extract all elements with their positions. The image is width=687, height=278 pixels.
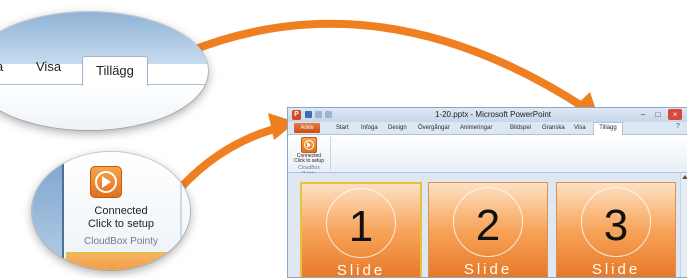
- tab-infoga[interactable]: Infoga: [361, 123, 378, 133]
- ribbon-setup-label[interactable]: Click to setup: [291, 158, 327, 164]
- zoom-cloudbox-button: Connected Click to setup CloudBox Pointy: [32, 152, 190, 270]
- slide-thumbnail[interactable]: 3 Slide: [556, 182, 676, 278]
- title-bar: P 1-20.pptx - Microsoft PowerPoint – □ ×: [288, 108, 687, 122]
- help-icon[interactable]: ?: [676, 123, 680, 130]
- tab-visa[interactable]: Visa: [574, 123, 586, 133]
- maximize-button[interactable]: □: [651, 109, 665, 120]
- zoom-left-frame: [32, 152, 64, 270]
- zoom-group-label: CloudBox Pointy: [84, 236, 158, 247]
- ribbon-panel: Connected Click to setup CloudBox Pointy: [288, 135, 687, 177]
- slide-number: 1: [348, 202, 374, 251]
- zoom-group-separator: [180, 152, 182, 270]
- slide-thumbnail[interactable]: 2 Slide: [428, 182, 548, 278]
- tab-granska[interactable]: Granska: [542, 123, 565, 133]
- scroll-up-icon[interactable]: [682, 175, 687, 179]
- arrow-top: [184, 19, 589, 112]
- zoom-ribbon-area: [0, 84, 208, 130]
- close-button[interactable]: ×: [668, 109, 682, 120]
- slide-caption: Slide: [463, 261, 513, 278]
- cloudbox-button-icon[interactable]: [301, 137, 317, 153]
- slide-caption: Slide: [591, 261, 641, 278]
- window-title: 1-20.pptx - Microsoft PowerPoint: [434, 110, 552, 119]
- zoom-slide-peek: [66, 252, 178, 270]
- tab-design[interactable]: Design: [388, 123, 407, 133]
- minimize-button[interactable]: –: [636, 109, 650, 120]
- tab-start[interactable]: Start: [336, 123, 349, 133]
- slide-sorter: 1 Slide 2 Slide 3 Slide: [288, 173, 687, 277]
- undo-icon[interactable]: [315, 111, 322, 118]
- slide-number: 3: [603, 201, 629, 250]
- slide-thumbnail[interactable]: 1 Slide: [300, 182, 422, 277]
- zoom-setup-label[interactable]: Click to setup: [68, 218, 174, 230]
- zoom-ribbon-tabs: a Visa Tillägg: [0, 12, 208, 130]
- tab-arkiv[interactable]: Arkiv: [294, 123, 320, 133]
- save-icon[interactable]: [305, 111, 312, 118]
- slide-number: 2: [475, 201, 501, 250]
- tab-bildspel[interactable]: Bildspel: [510, 123, 531, 133]
- tab-overgangar[interactable]: Övergångar: [418, 123, 450, 133]
- tab-tillagg[interactable]: Tillägg: [593, 122, 623, 135]
- zoom-tab-tillagg[interactable]: Tillägg: [82, 56, 148, 86]
- ribbon-group-separator: [330, 137, 331, 170]
- powerpoint-logo-icon[interactable]: P: [292, 110, 301, 120]
- zoom-tab-partial[interactable]: a: [0, 60, 3, 73]
- tab-animeringar[interactable]: Animeringar: [460, 123, 492, 133]
- redo-icon[interactable]: [325, 111, 332, 118]
- ribbon-tabs: Arkiv Start Infoga Design Övergångar Ani…: [288, 122, 687, 135]
- zoom-connected-label[interactable]: Connected: [68, 205, 174, 217]
- powerpoint-window: P 1-20.pptx - Microsoft PowerPoint – □ ×…: [287, 107, 687, 278]
- cloudbox-play-icon[interactable]: [90, 166, 122, 198]
- vertical-scrollbar[interactable]: [680, 173, 687, 277]
- zoom-tab-visa[interactable]: Visa: [36, 60, 61, 73]
